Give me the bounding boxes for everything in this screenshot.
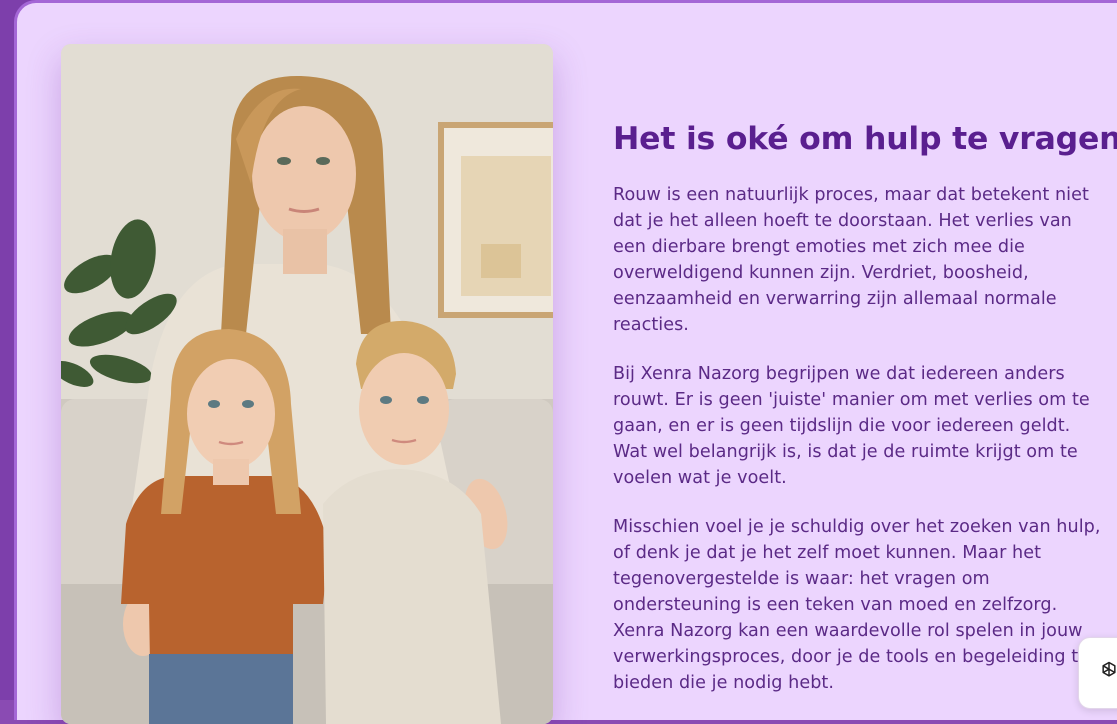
paragraph-asking-help: Misschien voel je je schuldig over het z… [613, 517, 1101, 693]
paragraph-intro: Rouw is een natuurlijk proces, maar dat … [613, 185, 1089, 335]
text-column: Het is oké om hulp te vragen Rouw is een… [613, 118, 1117, 719]
section-title: Het is oké om hulp te vragen [613, 121, 1117, 157]
assistant-button[interactable] [1078, 637, 1117, 709]
assistant-icon [1102, 661, 1116, 677]
paragraph-understanding: Bij Xenra Nazorg begrijpen we dat iedere… [613, 364, 1090, 488]
family-photo [61, 44, 553, 724]
